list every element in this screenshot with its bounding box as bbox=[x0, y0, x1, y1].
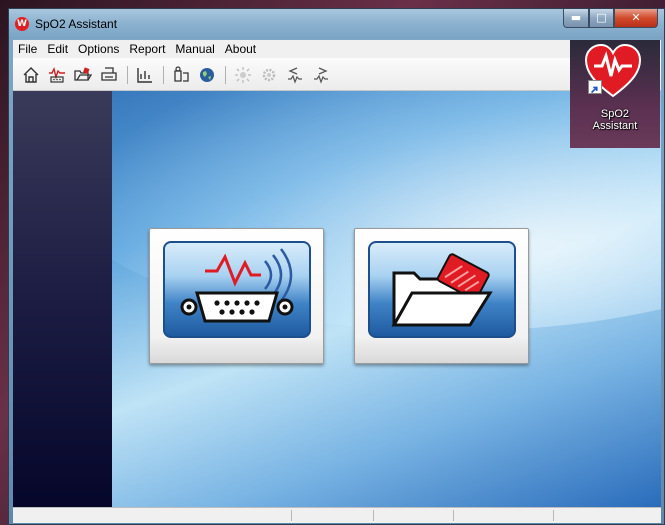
status-divider bbox=[453, 510, 454, 521]
heart-wave-icon: W bbox=[15, 17, 29, 31]
status-bar bbox=[13, 507, 661, 523]
shortcut-arrow-icon bbox=[588, 80, 602, 94]
folder-card-icon bbox=[368, 241, 516, 338]
wave-left-icon[interactable] bbox=[285, 65, 305, 85]
toolbar bbox=[13, 58, 661, 91]
window-title: SpO2 Assistant bbox=[35, 17, 118, 31]
minimize-icon: ▬ bbox=[570, 11, 582, 24]
wave-right-icon[interactable] bbox=[311, 65, 331, 85]
open-folder-icon[interactable] bbox=[73, 65, 93, 85]
minimize-button[interactable]: ▬ bbox=[563, 9, 589, 28]
desktop-label-line2: Assistant bbox=[592, 120, 638, 132]
monitor-icon[interactable] bbox=[47, 65, 67, 85]
menu-manual[interactable]: Manual bbox=[170, 42, 219, 56]
close-button[interactable]: ✕ bbox=[614, 9, 658, 28]
menu-edit[interactable]: Edit bbox=[42, 42, 73, 56]
user-settings-icon[interactable] bbox=[171, 65, 191, 85]
menu-file[interactable]: File bbox=[13, 42, 42, 56]
main-content bbox=[13, 91, 661, 507]
menu-report[interactable]: Report bbox=[124, 42, 170, 56]
desktop-shortcut[interactable]: SpO2 Assistant bbox=[570, 40, 660, 148]
home-icon[interactable] bbox=[21, 65, 41, 85]
title-bar[interactable]: W SpO2 Assistant ▬ □ ✕ bbox=[9, 9, 664, 39]
toolbar-separator bbox=[127, 66, 128, 84]
toolbar-separator bbox=[225, 66, 226, 84]
print-icon[interactable] bbox=[99, 65, 119, 85]
status-divider bbox=[291, 510, 292, 521]
app-window: W SpO2 Assistant ▬ □ ✕ File Edit Options… bbox=[8, 8, 665, 525]
menu-about[interactable]: About bbox=[220, 42, 261, 56]
sidebar-panel bbox=[13, 91, 112, 507]
chart-icon[interactable] bbox=[135, 65, 155, 85]
status-divider bbox=[553, 510, 554, 521]
maximize-icon: □ bbox=[596, 11, 607, 24]
menu-bar: File Edit Options Report Manual About bbox=[13, 40, 661, 58]
sun-icon[interactable] bbox=[233, 65, 253, 85]
desktop-label-line1: SpO2 bbox=[600, 108, 630, 120]
globe-icon[interactable] bbox=[197, 65, 217, 85]
serial-port-signal-icon bbox=[163, 241, 311, 338]
window-controls: ▬ □ ✕ bbox=[563, 9, 658, 29]
maximize-button[interactable]: □ bbox=[589, 9, 614, 28]
open-file-button[interactable] bbox=[354, 228, 529, 364]
status-divider bbox=[373, 510, 374, 521]
toolbar-separator bbox=[163, 66, 164, 84]
menu-options[interactable]: Options bbox=[73, 42, 124, 56]
close-icon: ✕ bbox=[631, 11, 641, 24]
gear-icon[interactable] bbox=[259, 65, 279, 85]
device-connect-button[interactable] bbox=[149, 228, 324, 364]
